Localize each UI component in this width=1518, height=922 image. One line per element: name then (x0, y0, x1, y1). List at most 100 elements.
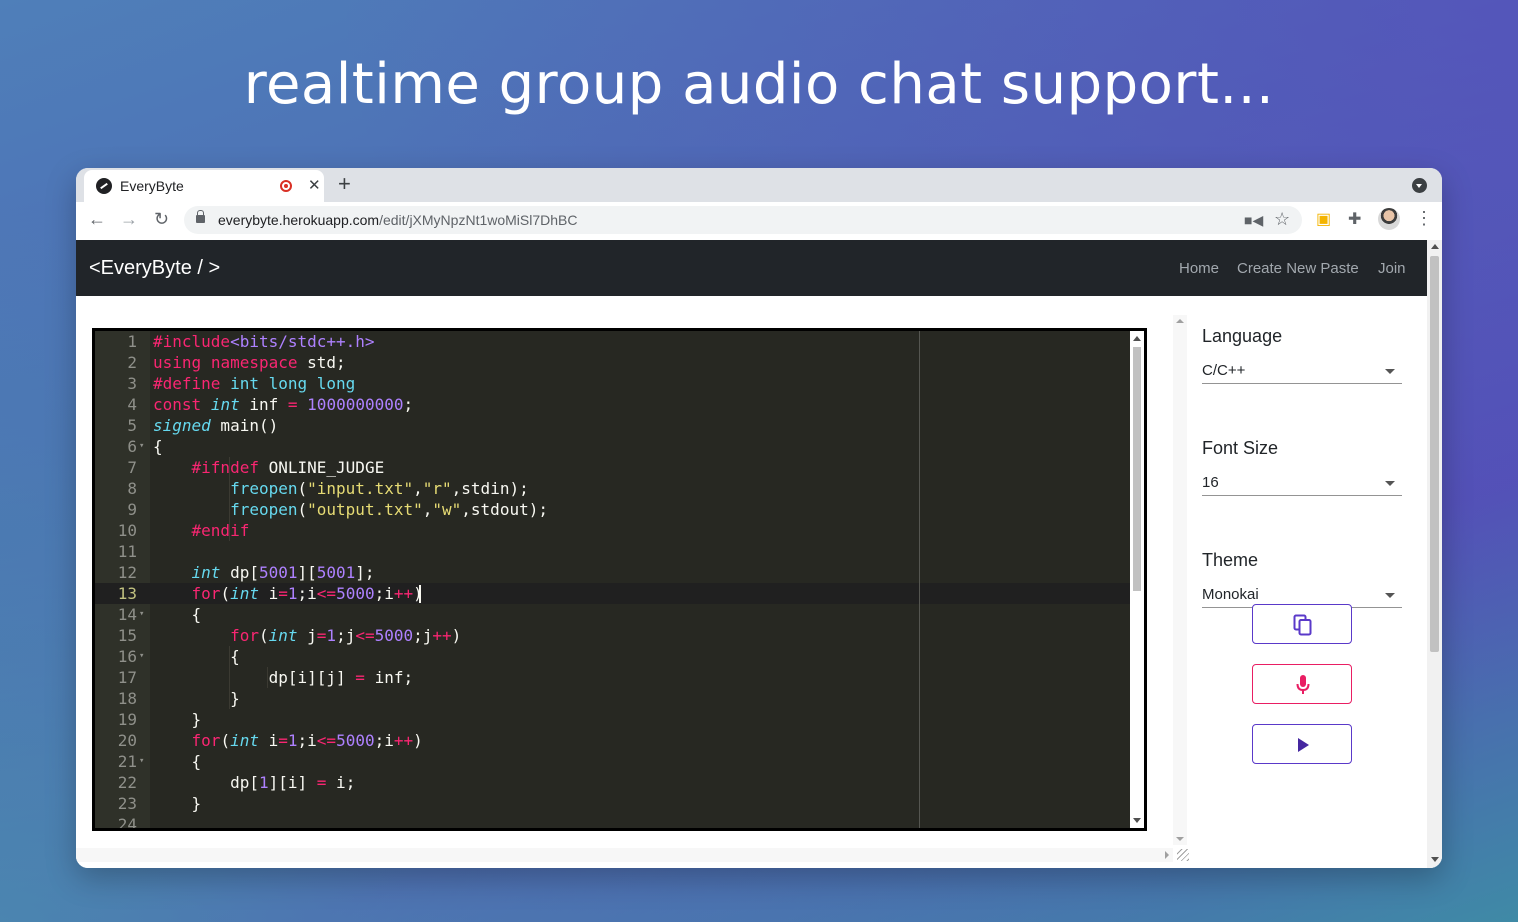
font-size-label: Font Size (1202, 438, 1279, 458)
code-lines[interactable]: 1 #include<bits/stdc++.h> 2 using namespace… (95, 331, 1130, 828)
scroll-down-icon[interactable] (1133, 818, 1141, 823)
code-text: dp[1][i] = i; (153, 773, 356, 792)
code-line[interactable]: 19 } (95, 709, 1130, 730)
code-line[interactable]: 2 using namespace std; (95, 352, 1130, 373)
fold-arrow-icon[interactable]: ▾ (139, 751, 144, 772)
code-line[interactable]: 23 } (95, 793, 1130, 814)
url-text[interactable]: everybyte.herokuapp.com/edit/jXMyNpzNt1w… (218, 212, 578, 228)
line-number: 23 (117, 794, 137, 813)
forward-icon[interactable]: → (120, 209, 138, 230)
code-line[interactable]: 6 ▾ { (95, 436, 1130, 457)
line-number: 12 (117, 563, 137, 582)
new-tab-button[interactable]: + (338, 171, 351, 197)
resize-grip-icon[interactable] (1177, 849, 1189, 861)
code-text: int dp[5001][5001]; (191, 563, 375, 582)
extensions-puzzle-icon[interactable]: ✚ (1348, 209, 1361, 229)
copy-icon (1293, 614, 1312, 636)
code-line[interactable]: 9 freopen("output.txt","w",stdout); (95, 499, 1130, 520)
profile-avatar[interactable] (1378, 208, 1400, 230)
nav-link-home[interactable]: Home (1179, 260, 1219, 277)
code-text: for(int i=1;i<=5000;i++) (191, 731, 423, 750)
browser-toolbar: ← → ↻ everybyte.herokuapp.com/edit/jXMyN… (76, 202, 1442, 240)
code-text: #ifndef ONLINE_JUDGE (191, 458, 385, 477)
code-line[interactable]: 20 for(int i=1;i<=5000;i++) (95, 730, 1130, 751)
scroll-up-icon[interactable] (1133, 336, 1141, 341)
bookmark-star-icon[interactable]: ☆ (1274, 209, 1290, 230)
line-number: 9 (127, 500, 137, 519)
fold-arrow-icon[interactable]: ▾ (139, 436, 144, 457)
code-line[interactable]: 5 signed main() (95, 415, 1130, 436)
code-line[interactable]: 8 freopen("input.txt","r",stdin); (95, 478, 1130, 499)
code-line[interactable]: 11 (95, 541, 1130, 562)
code-line[interactable]: 13 for(int i=1;i<=5000;i++) (95, 583, 1130, 604)
code-line[interactable]: 4 const int inf = 1000000000; (95, 394, 1130, 415)
recording-indicator-icon (280, 180, 292, 192)
browser-tab[interactable]: EveryByte ✕ (84, 170, 324, 202)
site-favicon-icon (96, 178, 112, 194)
code-line[interactable]: 16 ▾ { (95, 646, 1130, 667)
scroll-down-icon[interactable] (1176, 837, 1184, 841)
code-editor[interactable]: 1 #include<bits/stdc++.h> 2 using namespace… (92, 328, 1147, 831)
line-number: 18 (117, 689, 137, 708)
camera-in-use-icon[interactable]: ■◀ (1244, 212, 1263, 229)
microphone-button[interactable] (1252, 664, 1352, 704)
editor-scrollbar[interactable] (1130, 331, 1144, 828)
line-number: 4 (127, 395, 137, 414)
nav-link-join[interactable]: Join (1378, 260, 1406, 277)
code-line[interactable]: 18 } (95, 688, 1130, 709)
code-line[interactable]: 15 for(int j=1;j<=5000;j++) (95, 625, 1130, 646)
microphone-icon (1296, 675, 1310, 694)
code-text: { (153, 647, 240, 666)
lock-icon[interactable] (196, 210, 205, 223)
tab-title: EveryByte (120, 178, 184, 194)
scroll-up-icon[interactable] (1176, 319, 1184, 323)
theme-label: Theme (1202, 550, 1259, 570)
page-scrollbar[interactable] (1427, 240, 1442, 868)
horizontal-scrollbar[interactable] (76, 848, 1173, 862)
browser-menu-icon[interactable]: ⋮ (1415, 208, 1433, 229)
font-size-value: 16 (1202, 474, 1219, 491)
code-line[interactable]: 17 dp[i][j] = inf; (95, 667, 1130, 688)
play-icon (1298, 738, 1309, 752)
copy-button[interactable] (1252, 604, 1352, 644)
code-text: } (153, 794, 202, 813)
code-line[interactable]: 1 #include<bits/stdc++.h> (95, 331, 1130, 352)
code-text: freopen("input.txt","r",stdin); (230, 479, 529, 498)
fold-arrow-icon[interactable]: ▾ (139, 646, 144, 667)
extension-screenshot-icon[interactable]: ▣ (1316, 209, 1331, 229)
code-line[interactable]: 12 int dp[5001][5001]; (95, 562, 1130, 583)
run-button[interactable] (1252, 724, 1352, 764)
code-line[interactable]: 3 #define int long long (95, 373, 1130, 394)
nav-link-create-new-paste[interactable]: Create New Paste (1237, 260, 1359, 277)
code-line[interactable]: 21 ▾ { (95, 751, 1130, 772)
fold-arrow-icon[interactable]: ▾ (139, 604, 144, 625)
brand-logo[interactable]: <EveryByte / > (89, 257, 220, 280)
code-text: { (153, 437, 163, 456)
scroll-right-icon[interactable] (1165, 851, 1169, 859)
code-line[interactable]: 14 ▾ { (95, 604, 1130, 625)
line-number: 24 (117, 815, 137, 828)
address-bar[interactable]: everybyte.herokuapp.com/edit/jXMyNpzNt1w… (184, 206, 1302, 234)
tab-search-icon[interactable] (1412, 178, 1427, 193)
code-text: #endif (191, 521, 250, 540)
back-icon[interactable]: ← (88, 209, 106, 230)
code-text: dp[i][j] = inf; (153, 668, 414, 687)
code-line[interactable]: 22 dp[1][i] = i; (95, 772, 1130, 793)
scroll-up-icon[interactable] (1431, 244, 1439, 249)
font-size-select[interactable]: 16 (1202, 472, 1402, 496)
line-number: 16 (117, 647, 137, 666)
browser-window: EveryByte ✕ + ← → ↻ everybyte.herokuapp.… (76, 168, 1442, 868)
language-select[interactable]: C/C++ (1202, 360, 1402, 384)
code-line[interactable]: 7 #ifndef ONLINE_JUDGE (95, 457, 1130, 478)
page-scroll-thumb[interactable] (1430, 256, 1439, 652)
code-line[interactable]: 24 (95, 814, 1130, 828)
language-value: C/C++ (1202, 362, 1246, 379)
line-number: 21 (117, 752, 137, 771)
line-number: 6 (127, 437, 137, 456)
panel-scrollbar[interactable] (1173, 315, 1187, 845)
editor-scroll-thumb[interactable] (1133, 347, 1141, 591)
code-line[interactable]: 10 #endif (95, 520, 1130, 541)
tab-close-icon[interactable]: ✕ (308, 176, 321, 194)
scroll-down-icon[interactable] (1431, 857, 1439, 862)
reload-icon[interactable]: ↻ (154, 209, 169, 230)
